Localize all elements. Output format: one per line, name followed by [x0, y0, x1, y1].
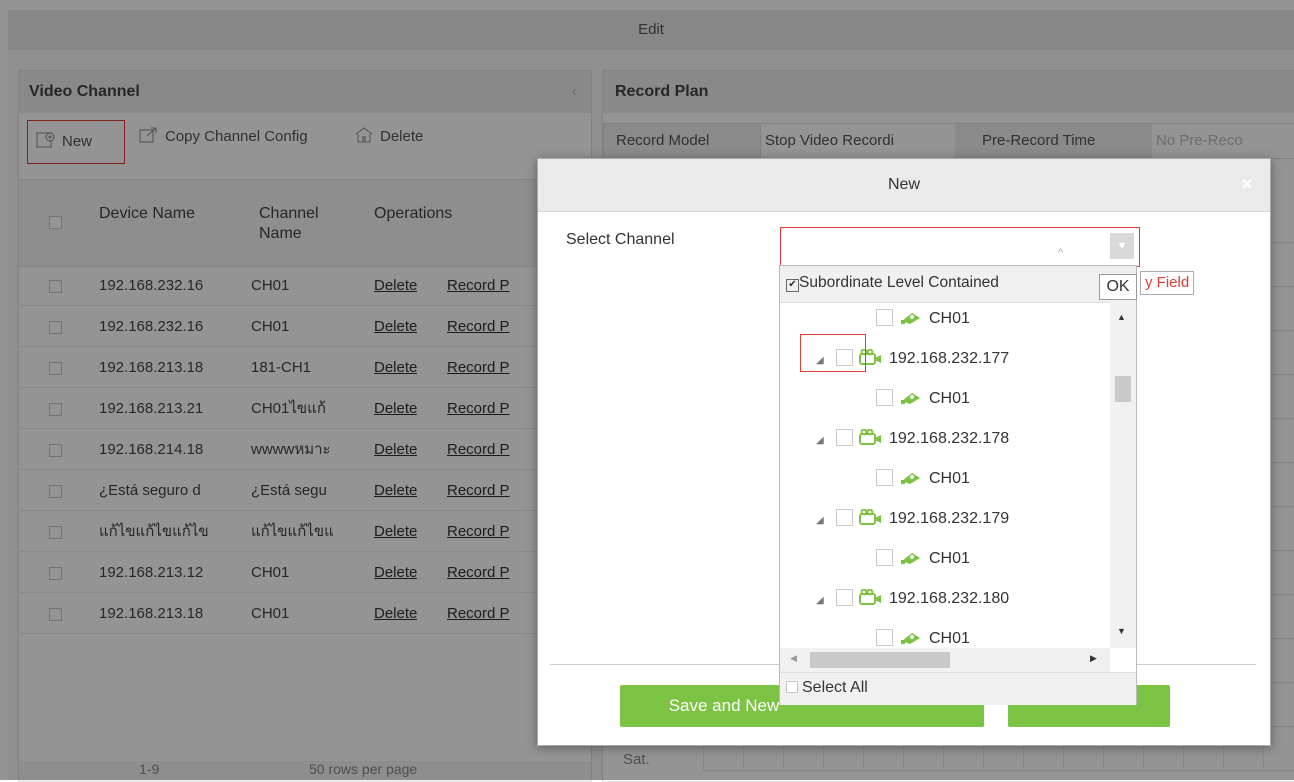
- tree-node-label: CH01: [929, 630, 970, 647]
- vertical-scrollbar[interactable]: ▲ ▼: [1110, 302, 1136, 648]
- camera-device-icon: [859, 589, 881, 605]
- scroll-left-icon[interactable]: ◀: [790, 653, 797, 664]
- tree-node-checkbox[interactable]: [876, 309, 893, 326]
- camera-channel-icon: [901, 313, 920, 324]
- tree-node-device[interactable]: ◢ 192.168.232.180: [816, 584, 1009, 614]
- dialog-title: New: [887, 176, 920, 193]
- tree-node-checkbox[interactable]: [876, 469, 893, 486]
- select-channel-input[interactable]: [780, 227, 1140, 267]
- tree-node-label: CH01: [929, 310, 970, 327]
- tree-node-label: CH01: [929, 550, 970, 567]
- tree-node-checkbox[interactable]: [836, 589, 853, 606]
- tree-node-label: CH01: [929, 390, 970, 407]
- required-field-hint: y Field: [1140, 271, 1195, 295]
- dialog-header: New ×: [538, 159, 1270, 212]
- tree-toolbar: ✔ Subordinate Level Contained OK: [780, 266, 1137, 303]
- scroll-right-icon[interactable]: ▶: [1090, 653, 1097, 664]
- tree-ok-button[interactable]: OK: [1099, 274, 1137, 300]
- tree-footer: Select All: [780, 672, 1136, 705]
- camera-channel-icon: [901, 393, 920, 404]
- subordinate-checkbox[interactable]: ✔: [786, 279, 799, 292]
- tree-node-label: 192.168.232.178: [889, 430, 1010, 447]
- camera-device-icon: [859, 429, 881, 445]
- channel-tree-dropdown: ✔ Subordinate Level Contained OK CH01 ◢ 192…: [779, 265, 1137, 705]
- scroll-up-icon[interactable]: ▲: [1117, 312, 1126, 322]
- expand-triangle-icon[interactable]: ◢: [816, 506, 836, 536]
- select-all-option[interactable]: Select All: [786, 679, 868, 697]
- expand-highlight-box: [800, 334, 866, 372]
- tree-node-channel[interactable]: CH01: [876, 384, 970, 414]
- scroll-down-icon[interactable]: ▼: [1117, 626, 1126, 636]
- subordinate-label: Subordinate Level Contained: [799, 274, 999, 291]
- chevron-down-icon[interactable]: ▼: [1110, 233, 1134, 259]
- scroll-thumb[interactable]: [1115, 376, 1131, 402]
- expand-triangle-icon[interactable]: ◢: [816, 426, 836, 456]
- subordinate-level-option[interactable]: ✔ Subordinate Level Contained: [786, 274, 999, 292]
- tree-node-checkbox[interactable]: [876, 629, 893, 646]
- camera-channel-icon: [901, 553, 920, 564]
- tree-node-label: 192.168.232.177: [889, 350, 1010, 367]
- tree-node-device[interactable]: ◢ 192.168.232.178: [816, 424, 1009, 454]
- tree-node-checkbox[interactable]: [836, 429, 853, 446]
- select-all-label: Select All: [802, 679, 868, 696]
- horizontal-scrollbar[interactable]: ◀ ▶: [780, 648, 1110, 672]
- tree-node-channel[interactable]: CH01: [876, 304, 970, 334]
- close-icon[interactable]: ×: [1236, 173, 1258, 195]
- tree-node-checkbox[interactable]: [876, 389, 893, 406]
- expand-triangle-icon[interactable]: ◢: [816, 586, 836, 616]
- tree-node-label: 192.168.232.180: [889, 590, 1010, 607]
- select-channel-label: Select Channel: [566, 231, 675, 248]
- horizontal-scroll-thumb[interactable]: [810, 652, 950, 668]
- tree-node-checkbox[interactable]: [836, 509, 853, 526]
- tree-node-channel[interactable]: CH01: [876, 464, 970, 494]
- tree-node-checkbox[interactable]: [876, 549, 893, 566]
- tree-node-label: 192.168.232.179: [889, 510, 1010, 527]
- tree-node-label: CH01: [929, 470, 970, 487]
- select-all-checkbox[interactable]: [786, 681, 798, 693]
- tree-node-device[interactable]: ◢ 192.168.232.179: [816, 504, 1009, 534]
- camera-channel-icon: [901, 473, 920, 484]
- camera-channel-icon: [901, 633, 920, 644]
- caret-up-icon: ^: [1058, 247, 1064, 259]
- camera-device-icon: [859, 509, 881, 525]
- tree-node-channel[interactable]: CH01: [876, 544, 970, 574]
